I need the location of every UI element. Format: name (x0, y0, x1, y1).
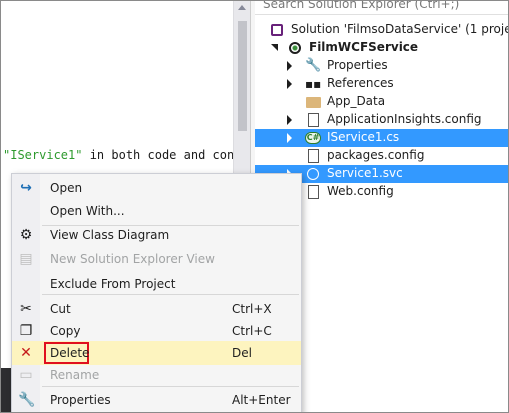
tree-item-project[interactable]: FilmWCFService (255, 39, 508, 57)
collapsed-arrow-icon[interactable] (287, 115, 292, 125)
scrollbar-thumb[interactable] (238, 21, 247, 131)
tree-item-solution[interactable]: Solution 'FilmsoDataService' (1 project) (255, 21, 509, 39)
collapsed-arrow-icon[interactable] (287, 61, 292, 71)
tree-item-packages-config[interactable]: packages.config (255, 147, 508, 165)
tree-item-properties[interactable]: 🔧 Properties (255, 57, 508, 75)
menu-item-label: Exclude From Project (50, 277, 176, 291)
menu-item-shortcut: Alt+Enter (232, 393, 291, 407)
tree-item-label: Service1.svc (327, 166, 403, 180)
scissors-icon: ✂ (20, 301, 32, 317)
tree-item-app-data[interactable]: App_Data (255, 93, 508, 111)
menu-item-label: Open (50, 181, 83, 195)
service-file-icon (307, 168, 319, 180)
menu-item-label: Rename (50, 368, 100, 382)
solution-icon (271, 24, 283, 36)
tree-item-label: App_Data (327, 94, 386, 108)
scroll-up-arrow-icon[interactable] (238, 5, 246, 10)
csharp-file-icon: C# (305, 132, 321, 144)
code-line: "IService1" in both code and conf (3, 148, 241, 162)
config-file-icon (308, 113, 319, 127)
code-string: "IService1" (3, 148, 83, 162)
menu-item-shortcut: Ctrl+X (232, 302, 272, 316)
window-frame: "IService1" in both code and conf Search… (0, 0, 509, 413)
expanded-arrow-icon[interactable] (271, 44, 278, 51)
menu-item-shortcut: Del (232, 346, 252, 360)
menu-item-exclude-from-project[interactable]: Exclude From Project (12, 272, 301, 296)
menu-item-view-class-diagram[interactable]: ⚙ View Class Diagram (12, 223, 301, 247)
tree-item-label: Solution 'FilmsoDataService' (1 project) (291, 22, 509, 36)
references-icon: ▪▪ (305, 77, 322, 91)
folder-icon (306, 97, 321, 108)
wrench-icon: 🔧 (18, 392, 36, 408)
search-placeholder: Search Solution Explorer (Ctrl+;) (263, 0, 460, 11)
menu-item-cut[interactable]: ✂ Cut Ctrl+X (12, 297, 301, 321)
collapsed-arrow-icon[interactable] (287, 79, 292, 89)
collapsed-arrow-icon[interactable] (287, 133, 292, 143)
menu-item-label: View Class Diagram (50, 228, 170, 242)
config-file-icon (308, 185, 319, 199)
menu-item-copy[interactable]: ❐ Copy Ctrl+C (12, 319, 301, 343)
context-menu: ↪ Open Open With... ⚙ View Class Diagram… (11, 173, 302, 412)
wrench-icon: 🔧 (305, 58, 322, 73)
menu-item-new-solution-explorer-view[interactable]: ▤ New Solution Explorer View (12, 247, 301, 271)
menu-item-label: Delete (50, 346, 90, 360)
menu-item-label: Properties (50, 393, 111, 407)
tree-item-iservice1-cs[interactable]: C# IService1.cs (255, 129, 508, 147)
solution-search-box[interactable]: Search Solution Explorer (Ctrl+;) (255, 0, 508, 15)
code-text: in both code and conf (82, 148, 242, 162)
globe-project-icon (289, 42, 301, 54)
menu-separator (42, 294, 299, 295)
delete-x-icon: ✕ (20, 345, 32, 361)
tree-item-label: Web.config (327, 184, 394, 198)
menu-item-label: Open With... (50, 204, 125, 218)
class-diagram-icon: ⚙ (19, 227, 33, 243)
tree-item-label: packages.config (327, 148, 425, 162)
config-file-icon (308, 149, 319, 163)
tree-item-references[interactable]: ▪▪ References (255, 75, 508, 93)
rename-icon: ▭ (19, 367, 33, 383)
menu-item-label: Copy (50, 324, 81, 338)
menu-item-open-with[interactable]: Open With... (12, 199, 301, 223)
menu-item-label: New Solution Explorer View (50, 252, 215, 266)
menu-item-rename[interactable]: ▭ Rename (12, 363, 301, 387)
menu-item-label: Cut (50, 302, 71, 316)
tree-item-label: References (327, 76, 394, 90)
open-arrow-icon: ↪ (20, 180, 32, 196)
menu-item-delete[interactable]: ✕ Delete Del (12, 341, 301, 365)
copy-icon: ❐ (19, 323, 33, 339)
menu-item-properties[interactable]: 🔧 Properties Alt+Enter (12, 388, 301, 412)
tree-item-label: ApplicationInsights.config (327, 112, 482, 126)
menu-item-open[interactable]: ↪ Open (12, 176, 301, 200)
new-view-icon: ▤ (19, 251, 33, 267)
menu-item-shortcut: Ctrl+C (232, 324, 272, 338)
menu-separator (42, 386, 299, 387)
tree-item-label: Properties (327, 58, 388, 72)
tree-item-label: FilmWCFService (309, 40, 419, 54)
tree-item-appinsights-config[interactable]: ApplicationInsights.config (255, 111, 508, 129)
tree-item-label: IService1.cs (327, 130, 400, 144)
